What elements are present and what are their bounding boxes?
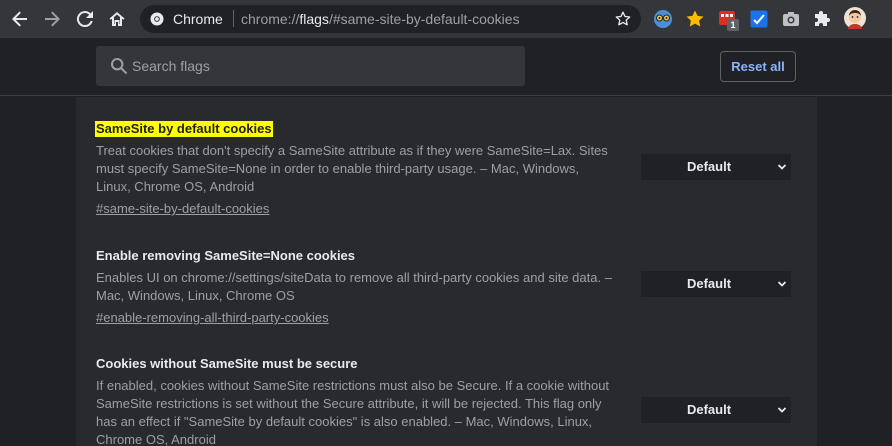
flag-state-select[interactable]: Default bbox=[641, 154, 791, 180]
site-chip-label: Chrome bbox=[173, 11, 223, 27]
bookmark-star-icon[interactable] bbox=[615, 11, 631, 27]
flag-state-select[interactable]: Default bbox=[641, 271, 791, 297]
flag-title: Enable removing SameSite=None cookies bbox=[96, 248, 356, 263]
url-scheme: chrome:// bbox=[241, 11, 300, 27]
forward-button[interactable] bbox=[38, 5, 66, 33]
search-icon bbox=[111, 58, 128, 75]
select-value: Default bbox=[686, 159, 732, 174]
select-value: Default bbox=[686, 276, 732, 291]
flags-header: Reset all bbox=[0, 38, 892, 96]
flags-list: SameSite by default cookies Treat cookie… bbox=[76, 97, 817, 446]
omnibox-divider bbox=[233, 10, 234, 27]
select-value: Default bbox=[686, 402, 732, 417]
flag-permalink[interactable]: #same-site-by-default-cookies bbox=[96, 200, 269, 218]
chevron-down-icon bbox=[777, 164, 787, 170]
camera-extension-icon[interactable] bbox=[781, 9, 801, 29]
arrow-left-icon bbox=[12, 11, 27, 27]
flag-description: Treat cookies that don't specify a SameS… bbox=[96, 143, 608, 194]
back-button[interactable] bbox=[6, 5, 34, 33]
flag-title: SameSite by default cookies bbox=[95, 121, 273, 137]
home-icon bbox=[109, 12, 125, 26]
url-text[interactable]: chrome://flags/#same-site-by-default-coo… bbox=[241, 11, 520, 27]
chrome-logo-icon bbox=[150, 12, 164, 26]
browser-toolbar: Chrome chrome://flags/#same-site-by-defa… bbox=[0, 0, 892, 38]
flag-description: If enabled, cookies without SameSite res… bbox=[96, 378, 610, 446]
chevron-down-icon bbox=[777, 407, 787, 413]
extension-badge: 1 bbox=[727, 19, 739, 31]
url-host: flags bbox=[299, 11, 329, 27]
reset-all-button[interactable]: Reset all bbox=[720, 51, 796, 82]
flag-permalink[interactable]: #enable-removing-all-third-party-cookies bbox=[96, 309, 329, 327]
url-path: /#same-site-by-default-cookies bbox=[328, 11, 520, 27]
flag-state-select[interactable]: Default bbox=[641, 397, 791, 423]
chevron-down-icon bbox=[777, 281, 787, 287]
flag-title: Cookies without SameSite must be secure bbox=[96, 356, 358, 371]
glasses-face-extension-icon[interactable] bbox=[653, 9, 673, 29]
profile-avatar[interactable] bbox=[844, 7, 866, 29]
arrow-right-icon bbox=[45, 11, 60, 27]
search-input[interactable] bbox=[132, 46, 512, 86]
reload-button[interactable] bbox=[71, 5, 99, 33]
address-bar[interactable]: Chrome chrome://flags/#same-site-by-defa… bbox=[140, 5, 641, 33]
home-button[interactable] bbox=[103, 5, 131, 33]
star-extension-icon[interactable] bbox=[685, 9, 705, 29]
puzzle-extensions-icon[interactable] bbox=[813, 9, 833, 29]
blue-check-extension-icon[interactable] bbox=[749, 9, 769, 29]
flag-description: Enables UI on chrome://settings/siteData… bbox=[96, 270, 612, 303]
reload-icon bbox=[76, 11, 93, 28]
search-box[interactable] bbox=[96, 46, 525, 86]
